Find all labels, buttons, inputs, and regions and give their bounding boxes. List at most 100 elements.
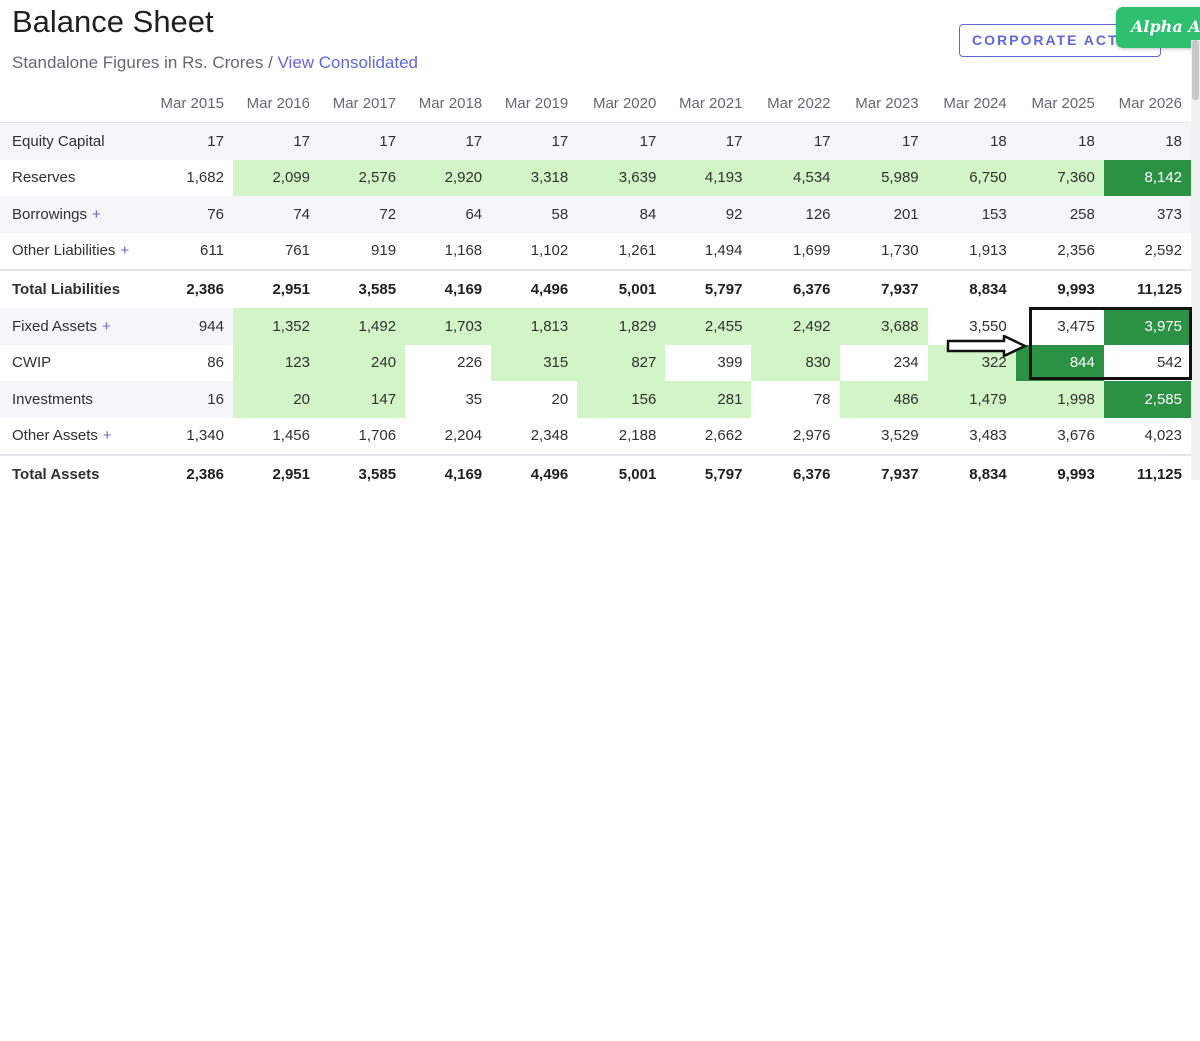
table-row: CWIP 86 123 240 226 315 827 399 830 234 322 844 542: [0, 344, 1191, 382]
year-header: Mar 2024: [927, 84, 1016, 123]
table-cell: 1,998: [1015, 381, 1104, 418]
row-label[interactable]: Fixed Assets +: [0, 308, 147, 345]
table-cell: 3,688: [839, 308, 928, 345]
table-cell: 8,142: [1103, 159, 1191, 196]
row-label: CWIP: [0, 345, 147, 382]
year-header: Mar 2021: [665, 84, 752, 123]
table-cell: 281: [665, 381, 752, 418]
table-cell: 1,494: [704, 242, 743, 260]
table-cell: 3,639: [577, 159, 666, 196]
row-label-text: Total Liabilities: [12, 281, 121, 298]
alpha-assistant-badge[interactable]: Alpha Ass: [1116, 7, 1200, 48]
table-cell: 4,023: [1144, 427, 1182, 445]
table-row: Equity Capital 17 17 17 17 17 17 17 17 17 18 18 18: [0, 122, 1191, 160]
table-cell: 1,706: [358, 427, 397, 445]
table-cell: 3,475: [1015, 308, 1104, 345]
table-row[interactable]: Other Liabilities +611 761 919 1,168 1,102 1,2…: [0, 233, 1191, 271]
expand-plus-icon[interactable]: +: [102, 318, 111, 335]
table-cell: 5,989: [839, 159, 928, 196]
table-cell: 373: [1103, 196, 1191, 233]
table-cell: 86: [207, 354, 224, 372]
table-cell: 1,703: [405, 308, 492, 345]
table-cell: 76: [146, 196, 233, 233]
table-cell: 3,975: [1103, 308, 1191, 345]
row-label[interactable]: Other Assets +: [0, 418, 147, 456]
year-header: Mar 2020: [577, 84, 666, 123]
row-label-text: Reserves: [12, 169, 76, 187]
table-cell: 3,676: [1057, 427, 1095, 445]
row-label: Investments: [0, 381, 147, 418]
expand-plus-icon[interactable]: +: [92, 206, 101, 223]
row-label-header: [0, 84, 147, 123]
row-label-text: Other Liabilities: [12, 242, 116, 260]
table-cell: 1,456: [272, 427, 310, 445]
table-cell: 92: [665, 196, 752, 233]
expand-plus-icon[interactable]: +: [103, 427, 112, 444]
view-consolidated-link[interactable]: View Consolidated: [278, 53, 419, 72]
table-cell: 17: [577, 122, 666, 160]
row-label-text: Equity Capital: [12, 132, 105, 150]
row-label-text: Fixed Assets: [12, 317, 98, 335]
row-label-text: CWIP: [12, 354, 52, 372]
table-cell: 2,188: [618, 427, 657, 445]
table-cell: 3,529: [881, 427, 919, 445]
table-cell: 74: [232, 196, 319, 233]
table-cell: 1,168: [444, 242, 483, 260]
table-cell: 5,001: [577, 269, 666, 308]
table-cell: 944: [146, 308, 233, 345]
table-cell: 234: [839, 344, 928, 381]
table-cell: 2,662: [704, 427, 743, 445]
table-cell: 3,585: [319, 269, 406, 308]
table-header-row: Mar 2015 Mar 2016 Mar 2017 Mar 2018 Mar 2019…: [0, 84, 1191, 123]
table-cell: 2,204: [444, 427, 483, 445]
table-cell: 72: [319, 196, 406, 233]
year-header: Mar 2017: [319, 84, 406, 123]
row-label[interactable]: Other Liabilities +: [0, 233, 147, 271]
table-cell: 1,261: [618, 242, 657, 260]
page-subtitle: Standalone Figures in Rs. Crores / View …: [12, 53, 418, 73]
table-cell: 258: [1015, 196, 1104, 233]
table-cell: 6,750: [927, 159, 1016, 196]
table-cell: 2,951: [232, 454, 319, 493]
expand-plus-icon[interactable]: +: [120, 242, 129, 259]
table-cell: 1,829: [577, 308, 666, 345]
table-cell: 827: [577, 344, 666, 381]
table-cell: 1,102: [530, 242, 569, 260]
row-label: Reserves: [0, 160, 147, 197]
table-cell: 1,340: [186, 427, 224, 445]
table-row[interactable]: Fixed Assets +944 1,352 1,492 1,703 1,813 1,82…: [0, 308, 1191, 345]
table-cell: 4,534: [751, 159, 840, 196]
scrollbar-thumb[interactable]: [1192, 40, 1199, 100]
table-cell: 3,585: [319, 454, 406, 493]
table-cell: 399: [665, 344, 752, 381]
vertical-scrollbar[interactable]: [1191, 40, 1200, 480]
table-cell: 20: [491, 381, 578, 418]
table-cell: 5,001: [577, 454, 666, 493]
table-cell: 17: [319, 122, 406, 160]
row-label: Total Assets: [0, 454, 147, 493]
table-row[interactable]: Borrowings +76 74 72 64 58 84 92 126 201 153 258 373: [0, 196, 1191, 233]
row-label[interactable]: Borrowings +: [0, 196, 147, 233]
table-cell: 18: [927, 122, 1016, 160]
table-cell: 761: [284, 242, 310, 260]
table-row: Reserves 1,682 2,099 2,576 2,920 3,318 3,639 4,…: [0, 159, 1191, 197]
table-cell: 919: [371, 242, 397, 260]
table-cell: 3,318: [491, 159, 578, 196]
table-row[interactable]: Other Assets +1,340 1,456 1,706 2,204 2,348 2,…: [0, 418, 1191, 456]
table-cell: 1,479: [927, 381, 1016, 418]
table-cell: 1,913: [969, 242, 1007, 260]
table-cell: 2,951: [232, 269, 319, 308]
row-label-text: Borrowings: [12, 205, 88, 223]
table-row: Investments 16 20 147 35 20 156 281 78 486 1,479 1,…: [0, 381, 1191, 418]
table-cell: 4,496: [491, 454, 578, 493]
table-cell: 542: [1103, 344, 1191, 381]
table-cell: 2,356: [1057, 242, 1095, 260]
table-cell: 16: [146, 381, 233, 418]
table-cell: 226: [405, 344, 492, 381]
table-cell: 830: [751, 344, 840, 381]
table-cell: 1,730: [881, 242, 919, 260]
table-cell: 4,496: [491, 269, 578, 308]
year-header: Mar 2016: [232, 84, 319, 123]
total-row: Total Assets 2,386 2,951 3,585 4,169 4,496 5,0…: [0, 454, 1191, 493]
table-cell: 1,699: [792, 242, 831, 260]
